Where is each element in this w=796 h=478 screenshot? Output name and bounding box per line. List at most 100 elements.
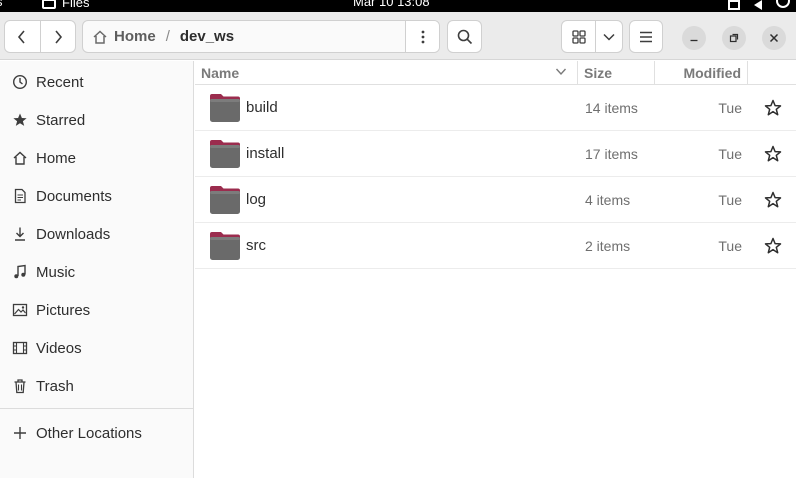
restore-button[interactable] — [722, 26, 746, 50]
breadcrumb-separator: / — [165, 28, 170, 45]
sidebar-item-label: Pictures — [36, 301, 91, 319]
column-header-name[interactable]: Name — [195, 61, 578, 85]
back-button[interactable] — [5, 21, 40, 52]
grid-view-button[interactable] — [562, 21, 596, 52]
file-modified: Tue — [718, 238, 742, 254]
star-outline-icon[interactable] — [763, 144, 783, 164]
close-icon — [769, 33, 779, 43]
file-size: 2 items — [585, 238, 631, 254]
search-button[interactable] — [447, 20, 482, 53]
system-top-bar: s Files Mar 10 13:08 — [0, 0, 796, 12]
star-icon — [0, 112, 36, 128]
search-icon — [457, 29, 472, 44]
restore-icon — [729, 33, 739, 43]
file-modified: Tue — [718, 146, 742, 162]
file-modified: Tue — [718, 100, 742, 116]
sidebar-item-label: Videos — [36, 339, 82, 357]
chevron-right-icon — [55, 29, 62, 44]
sidebar: Recent Starred Home Documents Downloads … — [0, 61, 194, 478]
app-name: Files — [62, 0, 90, 10]
star-outline-icon[interactable] — [763, 190, 783, 210]
sidebar-item-label: Documents — [36, 187, 112, 205]
file-name: install — [246, 145, 285, 162]
sidebar-item-downloads[interactable]: Downloads — [0, 216, 194, 252]
picture-icon — [0, 302, 36, 318]
network-icon — [728, 0, 740, 10]
column-header-size[interactable]: Size — [578, 61, 655, 85]
more-vertical-icon — [421, 30, 424, 43]
sidebar-item-other-locations[interactable]: Other Locations — [0, 415, 194, 451]
column-header-label: Size — [584, 64, 613, 81]
sidebar-item-label: Downloads — [36, 225, 111, 243]
file-size: 4 items — [585, 192, 631, 208]
file-size: 14 items — [585, 100, 638, 116]
view-toggle — [561, 20, 623, 53]
header-bar: Home / dev_ws — [0, 12, 796, 60]
sidebar-item-documents[interactable]: Documents — [0, 178, 194, 214]
file-name: log — [246, 191, 267, 208]
sidebar-item-trash[interactable]: Trash — [0, 368, 194, 404]
breadcrumb-home-label: Home — [114, 28, 156, 45]
folder-icon — [210, 94, 240, 122]
sidebar-item-label: Home — [36, 149, 77, 167]
music-icon — [0, 264, 36, 280]
download-icon — [0, 226, 36, 242]
sidebar-divider — [0, 408, 194, 409]
folder-icon — [210, 186, 240, 214]
hamburger-icon — [640, 31, 652, 42]
trash-icon — [0, 378, 36, 394]
sidebar-item-label: Starred — [36, 111, 86, 129]
table-row[interactable]: log 4 items Tue — [195, 177, 796, 223]
clock-icon — [0, 74, 36, 90]
system-tray[interactable] — [728, 0, 790, 10]
forward-button[interactable] — [39, 21, 76, 52]
sidebar-item-home[interactable]: Home — [0, 140, 194, 176]
table-row[interactable]: install 17 items Tue — [195, 131, 796, 177]
sidebar-item-videos[interactable]: Videos — [0, 330, 194, 366]
minimize-icon — [690, 39, 698, 42]
main-menu-button[interactable] — [629, 20, 663, 53]
star-outline-icon[interactable] — [763, 236, 783, 256]
volume-icon — [754, 0, 762, 10]
breadcrumb-home[interactable]: Home — [83, 28, 156, 45]
file-name: src — [246, 237, 266, 254]
sidebar-item-label: Music — [36, 263, 76, 281]
file-list: Name Size Modified build 14 items Tue in… — [195, 61, 796, 478]
home-icon — [0, 150, 36, 166]
window-icon — [42, 0, 56, 9]
breadcrumb: Home / dev_ws — [82, 20, 440, 53]
folder-icon — [210, 232, 240, 260]
sidebar-item-music[interactable]: Music — [0, 254, 194, 290]
sidebar-item-label: Recent — [36, 73, 84, 91]
sidebar-item-label: Trash — [36, 377, 74, 395]
close-button[interactable] — [762, 26, 786, 50]
file-size: 17 items — [585, 146, 638, 162]
column-header-modified[interactable]: Modified — [655, 61, 748, 85]
breadcrumb-current[interactable]: dev_ws — [180, 28, 234, 45]
view-options-button[interactable] — [596, 21, 622, 52]
sidebar-item-starred[interactable]: Starred — [0, 102, 194, 138]
table-row[interactable]: build 14 items Tue — [195, 85, 796, 131]
plus-icon — [0, 426, 36, 440]
activities-indicator[interactable]: s — [0, 0, 3, 9]
sidebar-item-label: Other Locations — [36, 424, 142, 442]
minimize-button[interactable] — [682, 26, 706, 50]
app-menu[interactable]: Files — [42, 0, 89, 10]
sort-descending-icon — [555, 68, 567, 76]
folder-icon — [210, 140, 240, 168]
clock[interactable]: Mar 10 13:08 — [353, 0, 430, 9]
chevron-left-icon — [18, 29, 25, 44]
file-modified: Tue — [718, 192, 742, 208]
sidebar-item-recent[interactable]: Recent — [0, 64, 194, 100]
home-icon — [93, 29, 107, 44]
file-name: build — [246, 99, 278, 116]
power-icon — [776, 0, 790, 8]
star-outline-icon[interactable] — [763, 98, 783, 118]
path-menu-button[interactable] — [405, 21, 439, 52]
table-row[interactable]: src 2 items Tue — [195, 223, 796, 269]
column-header-label: Name — [201, 64, 240, 81]
column-header-starred[interactable] — [748, 61, 796, 85]
chevron-down-icon — [603, 33, 615, 41]
sidebar-item-pictures[interactable]: Pictures — [0, 292, 194, 328]
navigation-buttons — [4, 20, 76, 53]
